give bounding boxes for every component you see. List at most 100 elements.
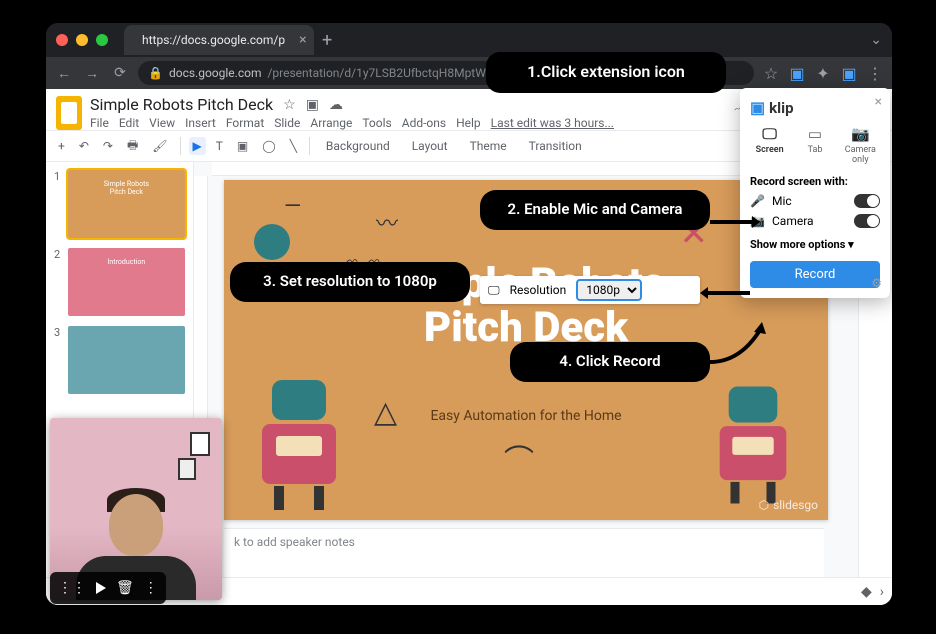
menu-help[interactable]: Help [456,116,481,130]
callout-1: 1.Click extension icon [486,52,726,93]
menu-arrange[interactable]: Arrange [310,116,352,130]
thumbnail-1[interactable]: 1 Simple Robots Pitch Deck [54,170,185,238]
camera-icon: 📷 [841,125,880,143]
line-tool[interactable]: ╲ [286,137,301,155]
star-icon[interactable]: ☆ [283,97,296,113]
brand: ▣ klip [750,98,880,117]
new-tab-button[interactable]: + [322,30,332,51]
thumbnail-2[interactable]: 2 Introduction [54,248,185,316]
menu-format[interactable]: Format [226,116,264,130]
menu-view[interactable]: View [149,116,175,130]
redo-button[interactable]: ↷ [99,137,117,155]
klip-logo-icon: ▣ [750,98,765,117]
drag-handle-icon[interactable]: ⋮⋮ [58,580,86,596]
transition-button[interactable]: Transition [521,137,590,155]
tabs-menu-icon[interactable]: ⌄ [870,32,882,48]
record-modes: 🖵Screen ▭Tab 📷Camera only [750,125,880,165]
shape-tool[interactable]: ◯ [258,137,279,155]
extensions-puzzle-icon[interactable]: ✦ [814,64,832,82]
address-bar: ← → ⟳ 🔒 docs.google.com/presentation/d/1… [46,57,892,89]
camera-toggle[interactable] [854,214,880,228]
arrow-to-record [710,322,770,376]
textbox-tool[interactable]: T [212,137,227,155]
doodle-arch-icon: ⌒ [504,436,534,480]
arrow-to-resolution [700,283,750,307]
select-tool[interactable]: ▶ [189,137,206,155]
undo-button[interactable]: ↶ [75,137,93,155]
document-title[interactable]: Simple Robots Pitch Deck [90,95,273,114]
notes-placeholder: k to add speaker notes [234,535,355,549]
print-button[interactable]: 🖶 [123,134,142,159]
mode-tab[interactable]: ▭Tab [795,125,834,165]
slidesgo-icon: ⬡ [759,498,769,512]
background-button[interactable]: Background [318,137,398,155]
resolution-select[interactable]: 1080p [576,279,642,301]
camera-label: Camera [772,214,814,228]
slides-logo-icon[interactable] [56,96,82,130]
minimize-window-icon[interactable] [76,34,88,46]
brand-name: klip [769,99,793,117]
mic-icon: 🎤 [750,194,764,208]
forward-icon[interactable]: → [82,63,102,83]
browser-menu-icon[interactable]: ⋮ [866,64,884,82]
cloud-status-icon[interactable]: ☁ [329,97,343,113]
menu-file[interactable]: File [90,116,109,130]
last-edit-link[interactable]: Last edit was 3 hours... [491,116,614,130]
speaker-notes[interactable]: k to add speaker notes [224,528,824,577]
menu-addons[interactable]: Add-ons [402,116,446,130]
doodle-dash-icon: — [284,194,301,219]
menu-insert[interactable]: Insert [185,116,216,130]
credit-text: slidesgo [773,498,818,512]
close-window-icon[interactable] [56,34,68,46]
record-button[interactable]: Record [750,261,880,288]
ruler-horizontal [212,162,824,176]
lock-icon: 🔒 [148,66,163,80]
maximize-window-icon[interactable] [96,34,108,46]
mode-screen[interactable]: 🖵Screen [750,125,789,165]
play-icon[interactable] [96,582,106,594]
mic-toggle[interactable] [854,194,880,208]
url-host: docs.google.com [169,66,262,80]
menu-slide[interactable]: Slide [274,116,300,130]
browser-tab[interactable]: https://docs.google.com/p × [124,25,314,55]
show-more-options[interactable]: Show more options ▾ [750,238,880,251]
monitor-icon: 🖵 [488,283,500,298]
doodle-circle-icon [254,224,290,260]
popup-close-icon[interactable]: × [875,94,882,110]
mic-label: Mic [772,194,792,208]
menu-tools[interactable]: Tools [362,116,391,130]
next-slide-icon[interactable]: › [880,584,884,600]
tab-close-icon[interactable]: × [299,32,306,48]
explore-button-icon[interactable]: ◆ [861,584,872,600]
klip-extension-icon[interactable]: ▣ [788,64,806,82]
move-icon[interactable]: ▣ [306,97,319,113]
traffic-lights [56,34,108,46]
settings-gear-icon[interactable]: ⚙ [871,276,882,290]
paint-format-button[interactable]: 🖌 [148,137,171,155]
new-slide-button[interactable]: + [54,137,69,155]
mic-row: 🎤 Mic [750,194,880,208]
more-icon[interactable]: ⋮ [144,580,158,596]
reload-icon[interactable]: ⟳ [110,63,130,83]
klip-extension-popup: × ▣ klip 🖵Screen ▭Tab 📷Camera only Recor… [740,88,890,298]
resolution-label: Resolution [510,283,567,297]
tab-icon: ▭ [795,125,834,143]
menu-bar: File Edit View Insert Format Slide Arran… [90,116,725,130]
thumb-title: Introduction [108,258,146,266]
theme-button[interactable]: Theme [462,137,515,155]
layout-button[interactable]: Layout [404,137,456,155]
menu-edit[interactable]: Edit [119,116,139,130]
camera-row: 📷 Camera [750,214,880,228]
back-icon[interactable]: ← [54,63,74,83]
thumb-number: 2 [54,248,64,316]
extension-icon-1[interactable]: ☆ [762,64,780,82]
mode-camera[interactable]: 📷Camera only [841,125,880,165]
separator [180,137,181,155]
record-with-label: Record screen with: [750,175,880,188]
screen-icon: 🖵 [750,125,789,143]
delete-icon[interactable]: 🗑 [116,580,134,596]
thumbnail-3[interactable]: 3 [54,326,185,394]
resolution-row: 🖵 Resolution 1080p [480,276,700,304]
camera-extension-icon[interactable]: ▣ [840,64,858,82]
image-tool[interactable]: ▣ [233,137,252,155]
